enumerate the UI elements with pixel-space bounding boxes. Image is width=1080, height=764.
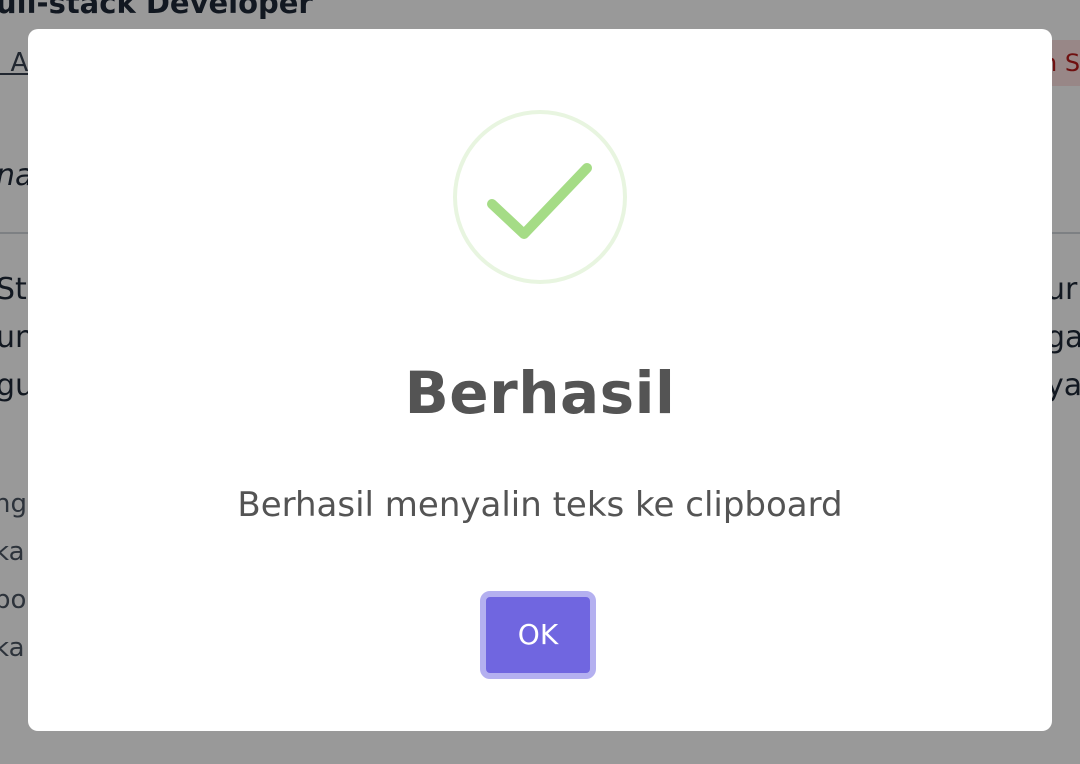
- page: ull-stack Developer . A n S na St un gu …: [0, 0, 1080, 764]
- ok-button[interactable]: OK: [480, 591, 596, 679]
- check-circle-icon: [452, 109, 628, 285]
- dialog-title: Berhasil: [404, 359, 676, 427]
- dialog-message: Berhasil menyalin teks ke clipboard: [237, 485, 843, 525]
- success-dialog: Berhasil Berhasil menyalin teks ke clipb…: [28, 29, 1052, 731]
